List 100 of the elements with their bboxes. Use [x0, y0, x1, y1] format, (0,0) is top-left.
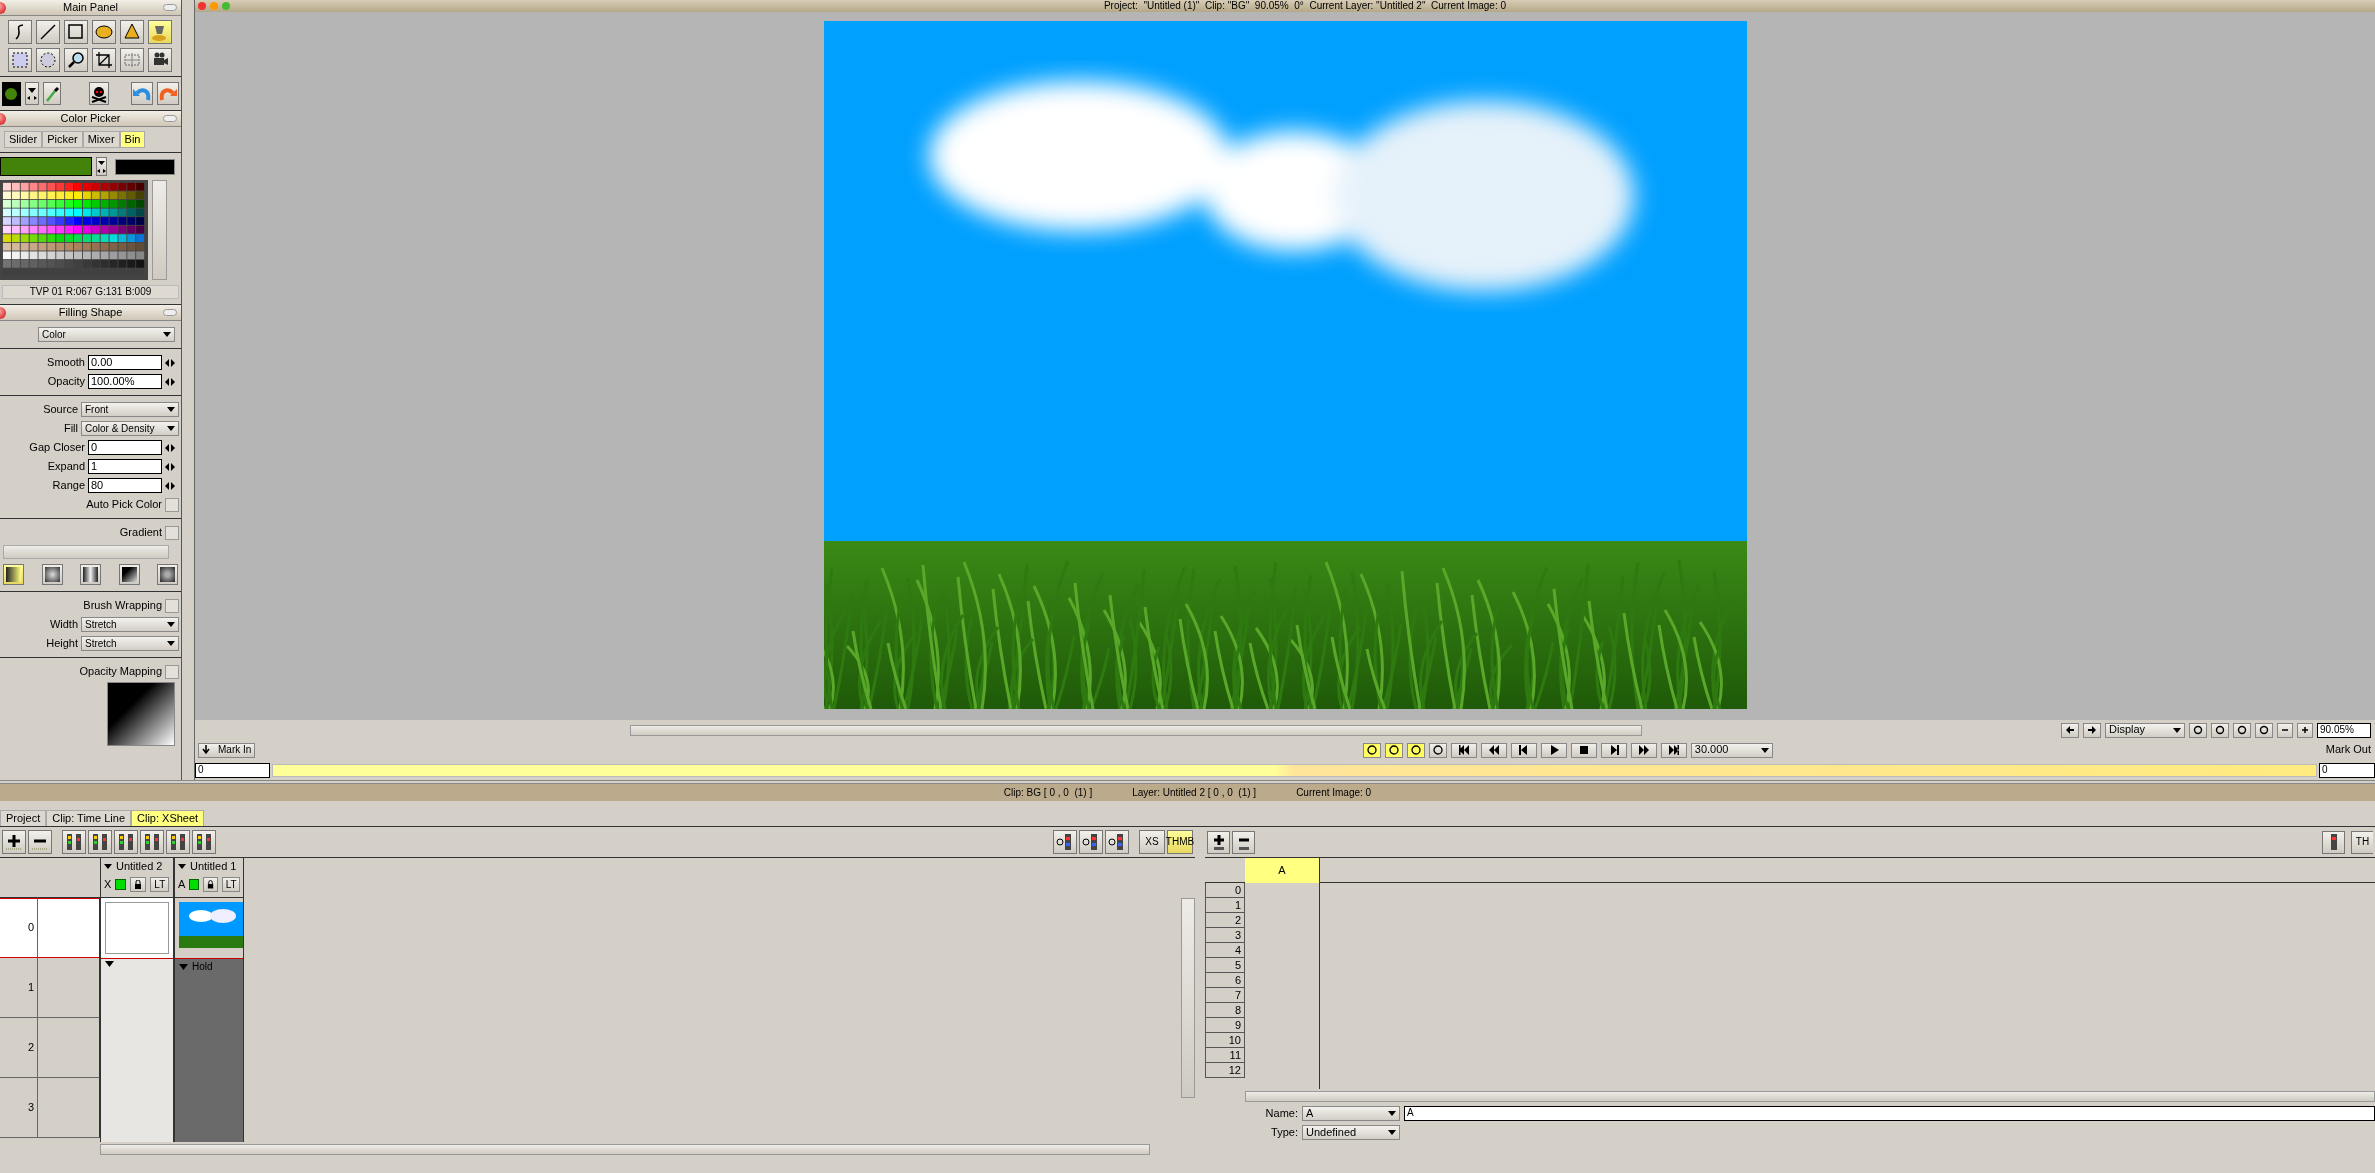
row-number[interactable]: 1	[0, 958, 38, 1018]
caret-icon[interactable]	[105, 961, 114, 967]
color-picker-tab[interactable]: Bin	[119, 131, 146, 149]
mode-dropdown[interactable]: Color	[38, 327, 175, 343]
display-dropdown[interactable]: Display	[2105, 722, 2185, 738]
view-toggle[interactable]: XS	[1139, 830, 1165, 854]
line-tool-button[interactable]	[36, 20, 60, 44]
remove-frame-button[interactable]	[140, 830, 164, 854]
view-toggle[interactable]: THMB	[1167, 830, 1193, 854]
stepper-arrows-icon[interactable]	[165, 358, 175, 367]
remove-source-button[interactable]	[1232, 830, 1255, 854]
move-arrows-tool-button[interactable]	[120, 48, 144, 72]
add-layer-button[interactable]	[2, 830, 26, 854]
gradient-type-button[interactable]	[118, 563, 140, 585]
layer-name[interactable]: Untitled 1	[190, 860, 237, 874]
mark-in-button[interactable]: Mark In	[198, 742, 256, 758]
fit-button[interactable]	[2211, 722, 2229, 738]
fast-forward-button[interactable]	[1630, 742, 1657, 758]
number-field[interactable]: 0.00	[88, 355, 162, 371]
cut-frames-button[interactable]	[1053, 830, 1077, 854]
swap-frames-button[interactable]	[192, 830, 216, 854]
empty-frame-cell[interactable]	[105, 902, 169, 954]
loop-toggle[interactable]	[1384, 742, 1403, 758]
horizontal-scrollbar[interactable]	[1245, 1091, 2375, 1102]
color-menu-button[interactable]	[96, 157, 107, 177]
color-picker-tab[interactable]: Picker	[42, 131, 83, 149]
play-button[interactable]	[1540, 742, 1567, 758]
dashed-rectangle-tool-button[interactable]	[8, 48, 32, 72]
current-color-swatch[interactable]	[2, 81, 21, 106]
rectangle-tool-button[interactable]	[64, 20, 88, 44]
row-number[interactable]: 2	[0, 1018, 38, 1078]
gradient-type-button[interactable]	[80, 563, 101, 585]
secondary-color-swatch[interactable]	[115, 158, 175, 175]
gradient-type-button[interactable]	[41, 563, 63, 585]
bucket-tool-button[interactable]	[148, 20, 172, 44]
eyedropper-button[interactable]	[42, 82, 61, 105]
light-table-button[interactable]: LT	[222, 877, 240, 893]
checkbox[interactable]	[165, 664, 179, 679]
name-field[interactable]: A	[1404, 1106, 2375, 1121]
frame-toggle[interactable]	[1406, 742, 1425, 758]
undo-button[interactable]	[131, 82, 153, 105]
color-swap-button[interactable]	[24, 82, 39, 105]
lock-button[interactable]	[203, 877, 219, 893]
number-field[interactable]: 1	[88, 459, 162, 475]
zoom-out-button[interactable]	[2277, 722, 2293, 738]
layer-name[interactable]: Untitled 2	[116, 860, 163, 874]
skull-button[interactable]	[89, 82, 109, 105]
stepper-arrows-icon[interactable]	[165, 377, 175, 386]
rewind-button[interactable]	[1480, 742, 1507, 758]
column-header[interactable]: A	[1245, 858, 1319, 883]
dropdown[interactable]: Front	[81, 402, 179, 418]
remove-layer-button[interactable]	[28, 830, 52, 854]
bottom-tab[interactable]: Clip: XSheet	[131, 809, 205, 826]
start-frame-field[interactable]: 0	[195, 762, 270, 778]
thumbnail-image[interactable]	[179, 902, 243, 948]
end-frame-field[interactable]: 0	[2319, 762, 2375, 778]
center-button[interactable]	[2255, 722, 2273, 738]
camera-tool-button[interactable]	[148, 48, 172, 72]
stop-button[interactable]	[1570, 742, 1597, 758]
scroll-left-button[interactable]	[2061, 722, 2079, 738]
type-dropdown[interactable]: Undefined	[1302, 1125, 1400, 1140]
primary-color-swatch[interactable]	[0, 157, 92, 177]
horizontal-scrollbar[interactable]	[630, 724, 1642, 736]
horizontal-scrollbar[interactable]	[100, 1144, 1150, 1155]
insert-frame-button[interactable]	[62, 830, 86, 854]
row-number[interactable]: 0	[0, 898, 38, 958]
row-number[interactable]: 3	[0, 1078, 38, 1138]
visibility-toggle[interactable]	[189, 879, 200, 891]
step-forward-button[interactable]	[1600, 742, 1627, 758]
number-field[interactable]: 0	[88, 440, 162, 456]
curve-tool-button[interactable]	[8, 20, 32, 44]
sound-toggle[interactable]	[1362, 742, 1381, 758]
dashed-circle-tool-button[interactable]	[36, 48, 60, 72]
rotate-button[interactable]	[2233, 722, 2251, 738]
reset-button[interactable]	[2189, 722, 2207, 738]
ellipse-tool-button[interactable]	[92, 20, 116, 44]
triangle-tool-button[interactable]	[120, 20, 144, 44]
repeat-frames-button[interactable]	[166, 830, 190, 854]
row-cell[interactable]	[38, 898, 100, 958]
visibility-toggle[interactable]	[115, 879, 127, 891]
stepper-arrows-icon[interactable]	[165, 443, 175, 452]
copy-frames-button[interactable]	[2322, 830, 2345, 854]
zoom-field[interactable]: 90.05%	[2317, 722, 2371, 738]
paste-frames-button[interactable]	[1105, 830, 1129, 854]
color-picker-tab[interactable]: Slider	[4, 131, 43, 149]
crop-tool-button[interactable]	[92, 48, 116, 72]
checkbox[interactable]	[165, 497, 179, 512]
number-field[interactable]: 100.00%	[88, 374, 162, 390]
bottom-tab[interactable]: Project	[0, 809, 47, 826]
view-toggle[interactable]: TH	[2351, 830, 2373, 854]
last-frame-button[interactable]	[1660, 742, 1687, 758]
palette-scrollbar[interactable]	[152, 180, 167, 281]
gradient-type-button[interactable]	[3, 563, 24, 585]
gradient-type-button[interactable]	[157, 563, 178, 585]
remove-frames-button[interactable]	[114, 830, 138, 854]
number-field[interactable]: 80	[88, 478, 162, 494]
insert-frames-button[interactable]	[88, 830, 112, 854]
vertical-scrollbar[interactable]	[1181, 898, 1195, 1098]
hand-toggle[interactable]	[1428, 742, 1447, 758]
checkbox[interactable]	[165, 598, 179, 613]
